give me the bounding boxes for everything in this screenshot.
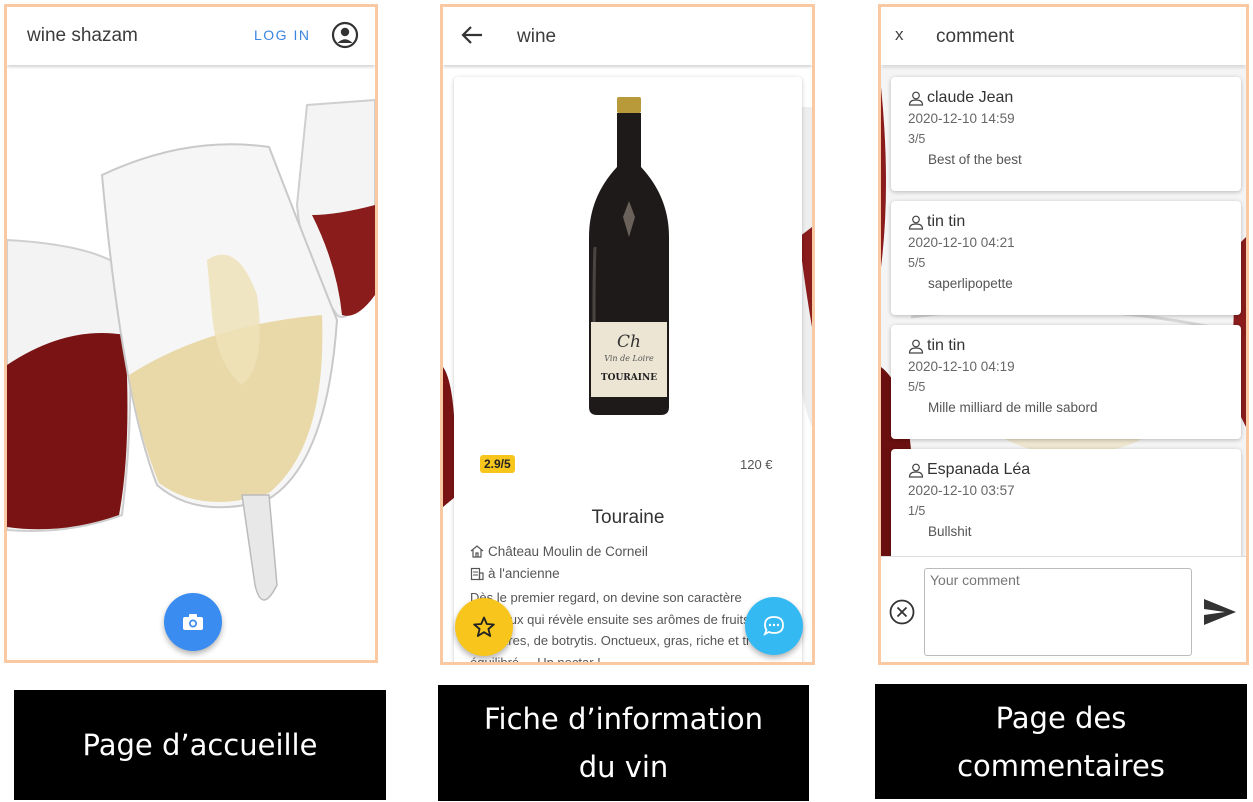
comment-text: Bullshit [928, 524, 972, 539]
page-title: wine [517, 26, 557, 47]
wine-description: Dès le premier regard, on devine son car… [470, 590, 772, 665]
comment-author: tin tin [908, 213, 1241, 231]
comments-button[interactable] [745, 597, 803, 655]
person-icon [908, 215, 924, 230]
login-button[interactable]: LOG IN [254, 27, 310, 43]
caption-wine-sheet: Fiche d’information du vin [438, 685, 809, 801]
comment-text: Mille milliard de mille sabord [928, 400, 1098, 415]
comment-author-name: claude Jean [927, 89, 1014, 106]
wine-name: Touraine [591, 507, 665, 528]
arrow-back-icon[interactable] [461, 25, 483, 50]
caption-line-2: du vin [578, 750, 669, 784]
close-button[interactable]: x [895, 25, 904, 45]
camera-icon [183, 614, 203, 630]
app-title: wine shazam [27, 25, 138, 46]
comment-date: 2020-12-10 14:59 [908, 111, 1015, 126]
aging-method: à l'ancienne [488, 566, 560, 581]
comment-date: 2020-12-10 03:57 [908, 483, 1015, 498]
wine-sheet-screen: wine Ch Vin de Loire TOURAINE 2.9/5 120 … [440, 4, 815, 665]
chat-bubble-icon [763, 616, 784, 636]
caption-line-2: commentaires [957, 748, 1165, 783]
comments-screen: x comment claude Jean 2020-12-10 14:59 3… [878, 4, 1249, 665]
bottle-label-appellation: TOURAINE [601, 373, 657, 383]
send-icon[interactable] [1203, 597, 1237, 632]
comment-input[interactable] [924, 568, 1192, 656]
person-icon [908, 339, 924, 354]
comment-author: tin tin [908, 337, 1241, 355]
wine-app-bar: wine [443, 7, 812, 65]
comment-date: 2020-12-10 04:19 [908, 359, 1015, 374]
clear-circle-icon[interactable] [889, 599, 915, 630]
caption-home: Page d’accueille [14, 690, 386, 800]
comments-app-bar: x comment [881, 7, 1246, 65]
comment-card: Espanada Léa 2020-12-10 03:57 1/5 Bullsh… [891, 449, 1241, 563]
comment-author: Espanada Léa [908, 461, 1241, 479]
favorite-button[interactable] [455, 598, 513, 656]
rating-badge: 2.9/5 [480, 455, 515, 473]
home-icon [470, 545, 484, 558]
price-label: 120 € [740, 457, 773, 472]
caption-text: Page d’accueille [82, 728, 318, 762]
aging-row: à l'ancienne [470, 566, 560, 581]
camera-button[interactable] [164, 593, 222, 651]
comment-author-name: Espanada Léa [927, 461, 1031, 478]
person-icon [908, 463, 924, 478]
home-screen: wine shazam LOG IN [4, 4, 378, 663]
comment-card: tin tin 2020-12-10 04:21 5/5 saperlipope… [891, 201, 1241, 315]
comment-composer [881, 556, 1246, 662]
comment-author: claude Jean [908, 89, 1241, 107]
comment-score: 5/5 [908, 380, 926, 394]
comment-card: claude Jean 2020-12-10 14:59 3/5 Best of… [891, 77, 1241, 191]
star-icon [473, 616, 495, 637]
caption-comments: Page des commentaires [875, 684, 1247, 799]
wine-bottle-image: Ch Vin de Loire TOURAINE [589, 97, 669, 415]
barrel-icon [470, 567, 484, 580]
comment-author-name: tin tin [927, 213, 966, 230]
comment-card: tin tin 2020-12-10 04:19 5/5 Mille milli… [891, 325, 1241, 439]
page-title: comment [936, 26, 1015, 47]
comment-author-name: tin tin [927, 337, 966, 354]
home-app-bar: wine shazam LOG IN [7, 7, 375, 65]
caption-line-1: Page des [995, 700, 1127, 735]
wine-glasses-photo [7, 65, 375, 660]
comment-score: 1/5 [908, 504, 926, 518]
bottle-label-subtitle: Vin de Loire [604, 354, 654, 363]
caption-line-1: Fiche d’information [483, 702, 763, 736]
bottle-label-script: Ch [617, 332, 641, 352]
person-icon [908, 91, 924, 106]
account-circle-icon[interactable] [331, 21, 359, 54]
comment-text: saperlipopette [928, 276, 1013, 291]
comment-text: Best of the best [928, 152, 1022, 167]
producer-name: Château Moulin de Corneil [488, 544, 648, 559]
comment-score: 3/5 [908, 132, 926, 146]
producer-row: Château Moulin de Corneil [470, 544, 648, 559]
comment-date: 2020-12-10 04:21 [908, 235, 1015, 250]
wine-card: Ch Vin de Loire TOURAINE 2.9/5 120 € Tou… [454, 77, 802, 665]
comment-score: 5/5 [908, 256, 926, 270]
